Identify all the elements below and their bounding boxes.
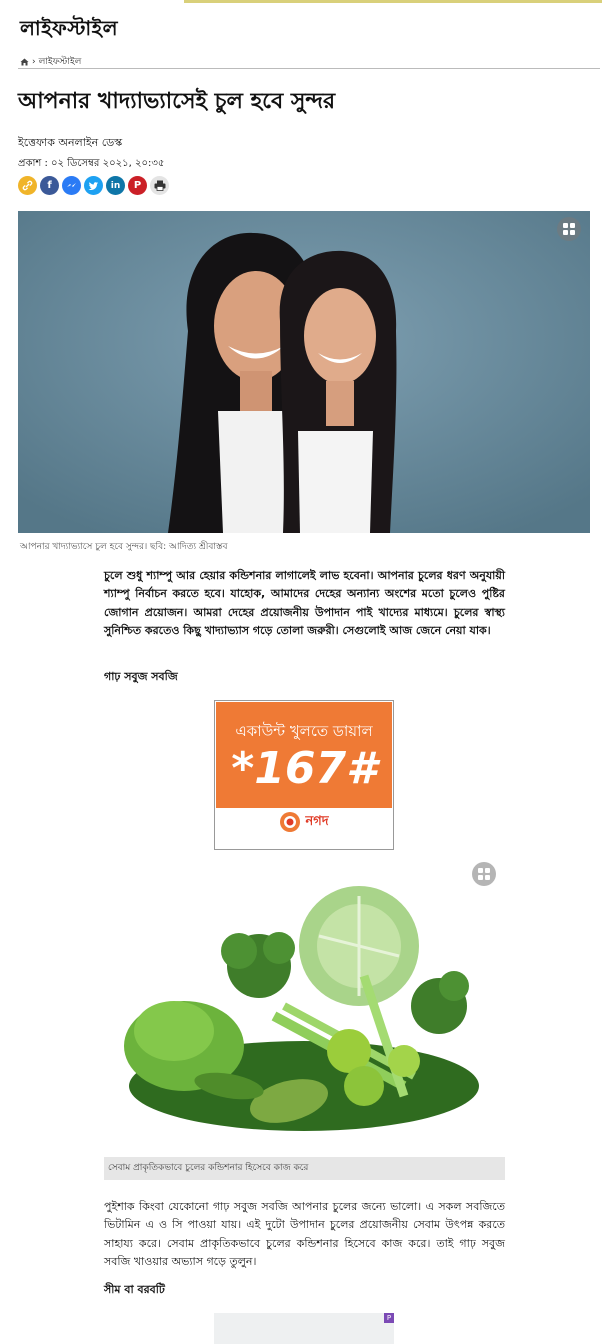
twitter-icon[interactable] <box>84 176 103 195</box>
link-icon[interactable] <box>18 176 37 195</box>
linkedin-icon[interactable]: in <box>106 176 125 195</box>
share-bar: f in P <box>18 176 169 195</box>
home-icon[interactable] <box>20 58 29 66</box>
published-date: প্রকাশ : ০২ ডিসেম্বর ২০২১, ২০:৩৫ <box>18 158 165 169</box>
advertisement-slot[interactable]: P <box>214 1313 394 1344</box>
page-title: আপনার খাদ্যাভ্যাসেই চুল হবে সুন্দর <box>18 89 336 114</box>
ad-number: *167# <box>231 743 377 794</box>
print-icon[interactable] <box>150 176 169 195</box>
vegetables-image[interactable]: সেবাম প্রাকৃতিকভাবে চুলের কন্ডিশনার হিসে… <box>104 856 505 1180</box>
top-ad-strip <box>184 0 602 3</box>
hero-caption: আপনার খাদ্যাভ্যাসে চুল হবে সুন্দর। ছবি: … <box>20 542 228 552</box>
ad-brand-name: নগদ <box>305 813 329 829</box>
subheading-beans: সীম বা বরবটি <box>104 1283 165 1296</box>
subheading-green-vegetables: গাঢ় সবুজ সবজি <box>104 670 178 683</box>
breadcrumb-current[interactable]: লাইফস্টাইল <box>39 54 82 69</box>
ad-brand: নগদ <box>215 811 393 833</box>
gallery-icon[interactable] <box>557 217 581 241</box>
nagad-logo-icon <box>280 812 301 832</box>
divider <box>18 68 600 69</box>
breadcrumb-separator: › <box>32 56 36 67</box>
vegetables-paragraph: পুইশাক কিংবা যেকোনো গাঢ় সবুজ সবজি আপনার… <box>104 1200 505 1268</box>
advertisement-banner[interactable]: একাউন্ট খুলতে ডায়াল *167# নগদ <box>214 700 394 850</box>
gallery-icon[interactable] <box>472 862 496 886</box>
vegetables-caption: সেবাম প্রাকৃতিকভাবে চুলের কন্ডিশনার হিসে… <box>104 1157 505 1180</box>
pinterest-icon[interactable]: P <box>128 176 147 195</box>
ad-orange-panel: একাউন্ট খুলতে ডায়াল *167# <box>216 702 392 808</box>
adchoices-icon[interactable]: P <box>384 1313 394 1323</box>
breadcrumb: › লাইফস্টাইল <box>20 54 81 69</box>
section-logo[interactable]: লাইফস্টাইল <box>20 14 118 47</box>
hero-image[interactable] <box>18 211 590 533</box>
intro-paragraph: চুলে শুধু শ্যাম্পু আর হেয়ার কন্ডিশনার ল… <box>104 569 505 637</box>
facebook-icon[interactable]: f <box>40 176 59 195</box>
messenger-icon[interactable] <box>62 176 81 195</box>
author-name[interactable]: ইত্তেফাক অনলাইন ডেস্ক <box>18 134 122 153</box>
ad-line: একাউন্ট খুলতে ডায়াল <box>235 722 373 740</box>
